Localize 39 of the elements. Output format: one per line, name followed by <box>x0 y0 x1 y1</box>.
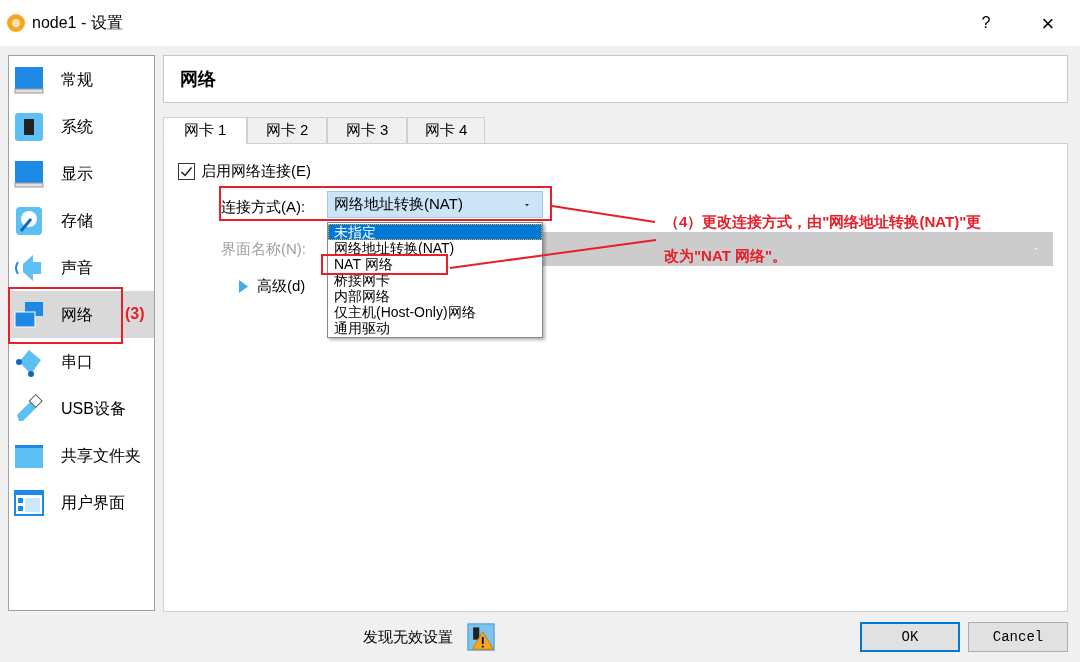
sidebar-label: 声音 <box>61 257 93 278</box>
window-title: node1 - 设置 <box>32 13 123 33</box>
sidebar-label: 共享文件夹 <box>61 445 141 466</box>
sidebar-label: 存储 <box>61 210 93 231</box>
checkbox[interactable] <box>178 162 195 180</box>
sidebar-label: 显示 <box>61 163 93 184</box>
dropdown[interactable]: 网络地址转换(NAT) <box>327 191 543 218</box>
sidebar-label: 系统 <box>61 116 93 137</box>
help-button[interactable]: ? <box>971 11 1001 35</box>
status-text: 发现无效设置 <box>363 626 453 647</box>
field-label: 界面名称(N): <box>221 239 306 259</box>
sidebar-label: 常规 <box>61 69 93 90</box>
triangle-icon <box>238 279 249 293</box>
dropdown-option[interactable]: NAT 网络 <box>328 256 542 272</box>
checkbox-label: 启用网络连接(E) <box>201 161 311 181</box>
close-button[interactable]: × <box>1033 6 1063 40</box>
tab[interactable]: 网卡 1 <box>163 117 247 144</box>
dialog-button[interactable]: Cancel <box>968 622 1068 652</box>
advanced-toggle[interactable]: 高级(d) <box>238 275 306 298</box>
annotation-text: (3) <box>125 304 145 324</box>
sidebar-label: 串口 <box>61 351 93 372</box>
chip-icon <box>13 110 45 143</box>
field-label: 连接方式(A): <box>221 197 306 217</box>
sidebar-label: 用户界面 <box>61 492 125 513</box>
sidebar-label: 网络 <box>61 304 93 325</box>
warning-icon[interactable] <box>467 623 495 651</box>
annotation-text: （4）更改连接方式，由"网络地址转换(NAT)"更 <box>664 212 982 232</box>
dialog-button[interactable]: OK <box>860 622 960 652</box>
page-title: 网络 <box>180 67 216 91</box>
dropdown-option[interactable]: 未指定 <box>328 224 542 240</box>
annotation-text: 改为"NAT 网络"。 <box>664 246 788 266</box>
dropdown-option[interactable]: 通用驱动 <box>328 320 542 336</box>
sidebar-label: USB设备 <box>61 398 126 419</box>
tab[interactable]: 网卡 2 <box>247 117 327 144</box>
tab[interactable]: 网卡 3 <box>327 117 407 144</box>
dropdown-option[interactable]: 仅主机(Host-Only)网络 <box>328 304 542 320</box>
app-icon <box>5 12 27 34</box>
tab[interactable]: 网卡 4 <box>407 117 485 144</box>
dropdown-option[interactable]: 内部网络 <box>328 288 542 304</box>
